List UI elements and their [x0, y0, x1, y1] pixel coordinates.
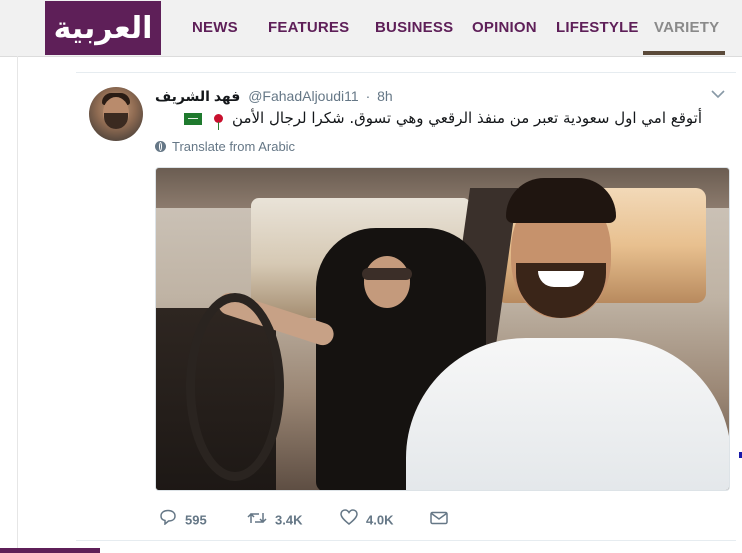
nav-item-lifestyle[interactable]: LIFESTYLE: [556, 18, 639, 38]
nav-item-news[interactable]: NEWS: [192, 18, 238, 38]
tweet-bottom-border: [76, 540, 736, 541]
tweet-header: فهد الشريف @FahadAljoudi11 · 8h: [155, 86, 393, 106]
translate-label: Translate from Arabic: [172, 139, 296, 154]
translate-link[interactable]: Translate from Arabic: [155, 138, 295, 156]
nav-item-business[interactable]: BUSINESS: [375, 18, 453, 38]
saudi-flag-emoji-icon: [184, 112, 203, 125]
top-navigation-bar: العربية NEWS FEATURES BUSINESS OPINION L…: [0, 0, 742, 57]
retweet-count: 3.4K: [275, 512, 303, 528]
tweet-text-content: أتوقع امي اول سعودية تعبر من منفذ الرقعي…: [232, 109, 702, 127]
rose-emoji-icon: [214, 114, 224, 130]
like-button[interactable]: 4.0K: [340, 508, 393, 532]
envelope-icon: [430, 509, 448, 533]
tweet-photo[interactable]: [155, 167, 730, 491]
tweet-top-border: [76, 72, 736, 73]
tweet-text: أتوقع امي اول سعودية تعبر من منفذ الرقعي…: [184, 106, 702, 130]
like-count: 4.0K: [366, 512, 394, 528]
globe-icon: [155, 141, 166, 152]
reply-button[interactable]: 595: [159, 508, 207, 532]
author-handle[interactable]: @FahadAljoudi11: [248, 88, 358, 104]
bottom-accent-bar: [0, 548, 100, 553]
nav-item-variety[interactable]: VARIETY: [654, 18, 719, 38]
heart-icon: [340, 508, 358, 533]
steering-wheel: [186, 293, 284, 481]
tweet-timestamp[interactable]: 8h: [377, 88, 393, 104]
active-nav-indicator: [643, 51, 725, 55]
tweet-author-avatar[interactable]: [89, 87, 143, 141]
retweet-icon: [247, 509, 267, 533]
chevron-down-icon[interactable]: [710, 88, 726, 102]
reply-count: 595: [185, 512, 207, 528]
header-separator: ·: [365, 88, 371, 104]
author-display-name[interactable]: فهد الشريف: [155, 88, 240, 104]
alarabiya-logo[interactable]: العربية: [45, 1, 161, 55]
page-divider: [17, 56, 18, 553]
direct-message-button[interactable]: [430, 508, 456, 532]
retweet-button[interactable]: 3.4K: [247, 508, 302, 532]
nav-item-features[interactable]: FEATURES: [268, 18, 349, 38]
nav-item-opinion[interactable]: OPINION: [472, 18, 537, 38]
reply-icon: [159, 509, 177, 533]
